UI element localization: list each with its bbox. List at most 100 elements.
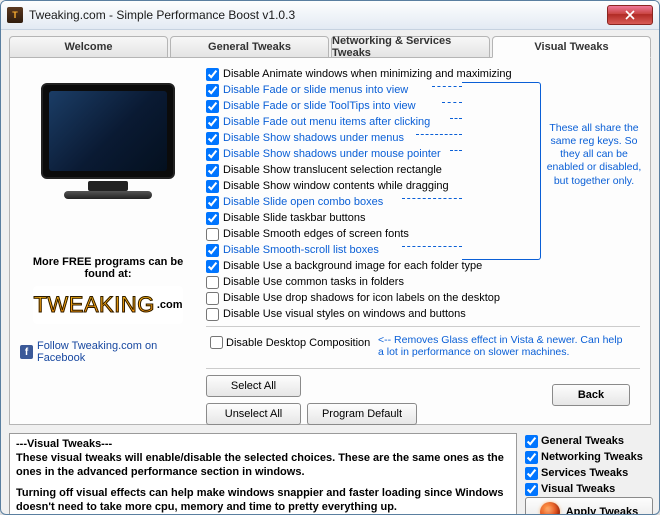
tweak-checkbox[interactable] [206, 164, 219, 177]
tweaks-column: Disable Animate windows when minimizing … [206, 66, 640, 416]
bottom-area: ---Visual Tweaks--- These visual tweaks … [9, 433, 651, 515]
tweak-row: Disable Slide open combo boxes [206, 194, 640, 210]
bracket-dash [450, 118, 462, 119]
apply-label: Apply Tweaks [566, 506, 639, 515]
tweak-checkbox[interactable] [206, 180, 219, 193]
description-p1: These visual tweaks will enable/disable … [16, 452, 504, 478]
tweak-label: Disable Smooth-scroll list boxes [223, 242, 379, 258]
tweak-label: Disable Slide open combo boxes [223, 194, 383, 210]
app-window: T Tweaking.com - Simple Performance Boos… [0, 0, 660, 515]
close-button[interactable] [607, 5, 653, 25]
tweak-checkbox[interactable] [206, 276, 219, 289]
tweak-label: Disable Smooth edges of screen fonts [223, 226, 409, 242]
app-icon: T [7, 7, 23, 23]
tweak-label: Disable Use visual styles on windows and… [223, 306, 466, 322]
more-free-text: More FREE programs can be found at: [20, 256, 196, 280]
apply-network-label: Networking Tweaks [541, 451, 643, 463]
tweak-row: Disable Fade or slide menus into view [206, 82, 640, 98]
group-note: These all share the same reg keys. So th… [546, 122, 642, 188]
tweak-label: Disable Show window contents while dragg… [223, 178, 449, 194]
tweak-label: Disable Slide taskbar buttons [223, 210, 365, 226]
composition-checkbox[interactable] [210, 336, 223, 349]
tweak-row: Disable Smooth-scroll list boxes [206, 242, 640, 258]
apply-checks: General Tweaks Networking Tweaks Service… [525, 433, 651, 497]
tweak-label: Disable Use common tasks in folders [223, 274, 404, 290]
tweak-checkbox[interactable] [206, 228, 219, 241]
tweak-checkbox[interactable] [206, 132, 219, 145]
group-bracket [462, 82, 541, 260]
titlebar[interactable]: T Tweaking.com - Simple Performance Boos… [1, 1, 659, 30]
apply-column: General Tweaks Networking Tweaks Service… [525, 433, 651, 515]
tab-row: Welcome General Tweaks Networking & Serv… [9, 35, 651, 57]
tab-visual[interactable]: Visual Tweaks [492, 36, 651, 58]
tweak-checkbox[interactable] [206, 260, 219, 273]
tweak-checkbox[interactable] [206, 244, 219, 257]
tweak-row: Disable Fade or slide ToolTips into view [206, 98, 640, 114]
tweak-label: Disable Fade out menu items after clicki… [223, 114, 430, 130]
description-p2: Turning off visual effects can help make… [16, 487, 503, 513]
facebook-link[interactable]: f Follow Tweaking.com on Facebook [20, 340, 196, 364]
tweak-label: Disable Animate windows when minimizing … [223, 66, 512, 82]
tweak-checkbox[interactable] [206, 196, 219, 209]
description-box[interactable]: ---Visual Tweaks--- These visual tweaks … [9, 433, 517, 515]
apply-visual-checkbox[interactable] [525, 483, 538, 496]
tweak-label: Disable Show translucent selection recta… [223, 162, 442, 178]
tweak-row: Disable Use a background image for each … [206, 258, 640, 274]
apply-services-checkbox[interactable] [525, 467, 538, 480]
logo-text: TWEAKING [33, 292, 154, 318]
tweak-checkbox[interactable] [206, 212, 219, 225]
unselect-all-button[interactable]: Unselect All [206, 403, 301, 425]
apply-general-label: General Tweaks [541, 435, 624, 447]
apply-network-checkbox[interactable] [525, 451, 538, 464]
description-heading: ---Visual Tweaks--- [16, 438, 112, 450]
apply-services-label: Services Tweaks [541, 467, 628, 479]
content-area: Welcome General Tweaks Networking & Serv… [9, 35, 651, 506]
divider [206, 368, 640, 369]
apply-tweaks-button[interactable]: Apply Tweaks [525, 497, 653, 515]
program-default-button[interactable]: Program Default [307, 403, 417, 425]
tab-network[interactable]: Networking & Services Tweaks [331, 36, 490, 58]
tweak-checkbox[interactable] [206, 308, 219, 321]
back-button[interactable]: Back [552, 384, 630, 406]
tweak-checkbox[interactable] [206, 116, 219, 129]
bracket-dash [402, 246, 462, 247]
tweak-checkbox[interactable] [206, 84, 219, 97]
select-all-button[interactable]: Select All [206, 375, 301, 397]
tweak-row: Disable Slide taskbar buttons [206, 210, 640, 226]
bracket-dash [450, 150, 462, 151]
tweak-checkbox[interactable] [206, 292, 219, 305]
bracket-dash [442, 102, 462, 103]
sidebar: More FREE programs can be found at: TWEA… [20, 66, 196, 416]
tweak-list: Disable Animate windows when minimizing … [206, 66, 640, 322]
window-title: Tweaking.com - Simple Performance Boost … [29, 8, 607, 22]
composition-note: <-- Removes Glass effect in Vista & newe… [378, 334, 628, 358]
tab-welcome[interactable]: Welcome [9, 36, 168, 58]
facebook-icon: f [20, 345, 33, 359]
close-icon [625, 10, 635, 20]
bracket-dash [402, 198, 462, 199]
tweak-label: Disable Show shadows under mouse pointer [223, 146, 441, 162]
tweaking-logo[interactable]: TWEAKING.com [33, 286, 183, 324]
divider [206, 326, 640, 327]
composition-label: Disable Desktop Composition [226, 337, 370, 349]
apply-general-checkbox[interactable] [525, 435, 538, 448]
tweak-label: Disable Fade or slide ToolTips into view [223, 98, 416, 114]
facebook-text: Follow Tweaking.com on Facebook [37, 340, 196, 364]
tweak-checkbox[interactable] [206, 148, 219, 161]
tweak-label: Disable Use a background image for each … [223, 258, 482, 274]
main-panel: More FREE programs can be found at: TWEA… [9, 57, 651, 425]
tweak-row: Disable Use common tasks in folders [206, 274, 640, 290]
tweak-label: Disable Show shadows under menus [223, 130, 404, 146]
tweak-row: Disable Smooth edges of screen fonts [206, 226, 640, 242]
tweak-checkbox[interactable] [206, 68, 219, 81]
tweak-row: Disable Use visual styles on windows and… [206, 306, 640, 322]
monitor-image [28, 66, 188, 216]
tweak-label: Disable Fade or slide menus into view [223, 82, 408, 98]
tab-general[interactable]: General Tweaks [170, 36, 329, 58]
bracket-dash [432, 86, 462, 87]
tweak-label: Disable Use drop shadows for icon labels… [223, 290, 500, 306]
tweak-row: Disable Use drop shadows for icon labels… [206, 290, 640, 306]
tweak-checkbox[interactable] [206, 100, 219, 113]
apply-icon [540, 502, 560, 515]
bracket-dash [416, 134, 462, 135]
